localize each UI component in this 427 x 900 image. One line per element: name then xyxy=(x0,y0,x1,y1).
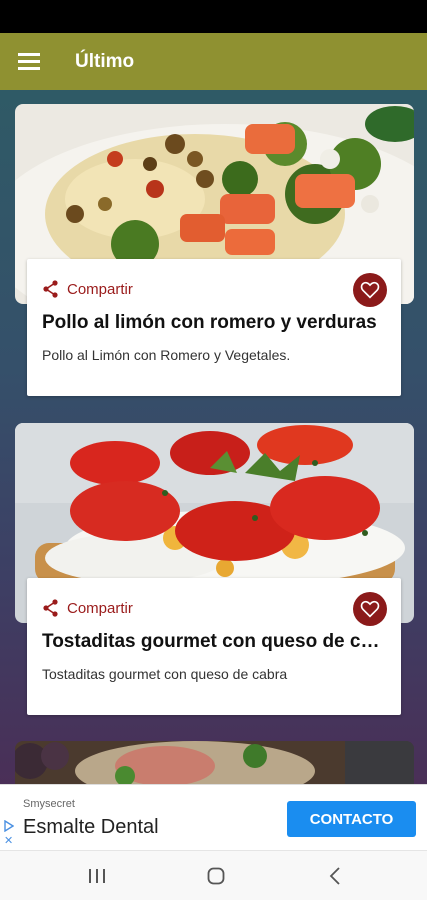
app-bar: Último xyxy=(0,33,427,90)
recipe-image[interactable] xyxy=(15,741,414,784)
home-icon xyxy=(207,867,225,885)
ad-banner[interactable]: ✕ Smysecret Esmalte Dental CONTACTO xyxy=(0,784,427,850)
heart-icon xyxy=(360,281,380,299)
ad-close-icon[interactable]: ✕ xyxy=(4,836,13,847)
status-bar xyxy=(0,0,427,33)
recipe-card[interactable]: Compartir Pollo al limón con romero y ve… xyxy=(15,104,414,396)
heart-icon xyxy=(360,600,380,618)
ad-headline[interactable]: Esmalte Dental xyxy=(23,816,159,839)
favorite-button[interactable] xyxy=(353,273,387,307)
ad-advertiser: Smysecret xyxy=(23,798,75,810)
hamburger-menu-icon xyxy=(18,53,40,70)
system-nav-bar xyxy=(0,850,427,900)
recipe-title[interactable]: Pollo al limón con romero y verduras xyxy=(42,312,387,334)
share-icon xyxy=(43,599,58,617)
recipe-feed[interactable]: Compartir Pollo al limón con romero y ve… xyxy=(0,90,427,784)
favorite-button[interactable] xyxy=(353,592,387,626)
recent-apps-button[interactable] xyxy=(67,851,127,900)
share-button[interactable]: Compartir xyxy=(42,280,133,298)
share-label: Compartir xyxy=(67,599,133,617)
share-label: Compartir xyxy=(67,280,133,298)
recipe-title[interactable]: Tostaditas gourmet con queso de cabra xyxy=(42,631,387,653)
back-button[interactable] xyxy=(305,851,365,900)
share-button[interactable]: Compartir xyxy=(42,599,133,617)
menu-button[interactable] xyxy=(0,33,62,90)
home-button[interactable] xyxy=(186,851,246,900)
recipe-description: Pollo al Limón con Romero y Vegetales. xyxy=(42,347,291,363)
recent-apps-icon xyxy=(89,869,105,883)
page-title: Último xyxy=(75,50,135,72)
recipe-card[interactable]: Compartir Tostaditas gourmet con queso d… xyxy=(15,423,414,715)
recipe-card-body: Compartir Pollo al limón con romero y ve… xyxy=(27,259,401,396)
ad-choices-icon[interactable] xyxy=(4,820,14,832)
recipe-card-body: Compartir Tostaditas gourmet con queso d… xyxy=(27,578,401,715)
ad-cta-button[interactable]: CONTACTO xyxy=(287,801,416,837)
recipe-card[interactable] xyxy=(15,741,414,784)
recipe-description: Tostaditas gourmet con queso de cabra xyxy=(42,666,288,682)
share-icon xyxy=(43,280,58,298)
back-icon xyxy=(329,867,340,885)
